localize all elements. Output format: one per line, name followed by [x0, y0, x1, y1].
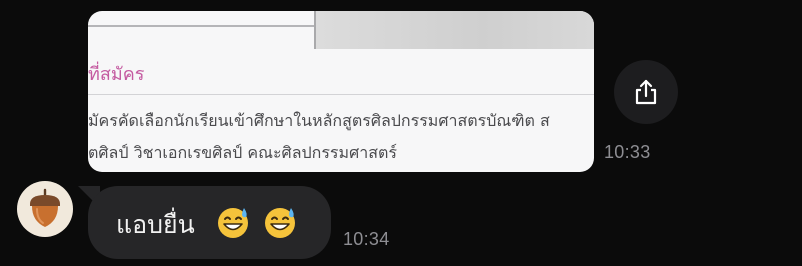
image-message[interactable]: ที่สมัคร มัครคัดเลือกนักเรียนเข้าศึกษาใน…	[88, 11, 594, 172]
share-button[interactable]	[614, 60, 678, 124]
image-text-line-2: ตศิลป์ วิชาเอกเรขศิลป์ คณะศิลปกรรมศาสตร์	[88, 143, 397, 162]
grinning-sweat-emoji	[265, 208, 295, 238]
image-heading: ที่สมัคร	[88, 64, 145, 85]
message-timestamp: 10:34	[343, 229, 390, 249]
chat-view: ที่สมัคร มัครคัดเลือกนักเรียนเข้าศึกษาใน…	[0, 0, 802, 266]
grinning-sweat-emoji	[218, 208, 248, 238]
image-decor-line	[88, 25, 318, 27]
message-timestamp: 10:33	[604, 142, 651, 162]
image-divider	[88, 94, 594, 95]
avatar[interactable]	[17, 181, 73, 237]
share-icon	[635, 79, 657, 105]
image-text-line-1: มัครคัดเลือกนักเรียนเข้าศึกษาในหลักสูตรศ…	[88, 111, 550, 130]
acorn-icon	[30, 188, 60, 227]
message-text: แอบยื่น	[116, 210, 195, 239]
image-decor-block	[316, 11, 594, 49]
